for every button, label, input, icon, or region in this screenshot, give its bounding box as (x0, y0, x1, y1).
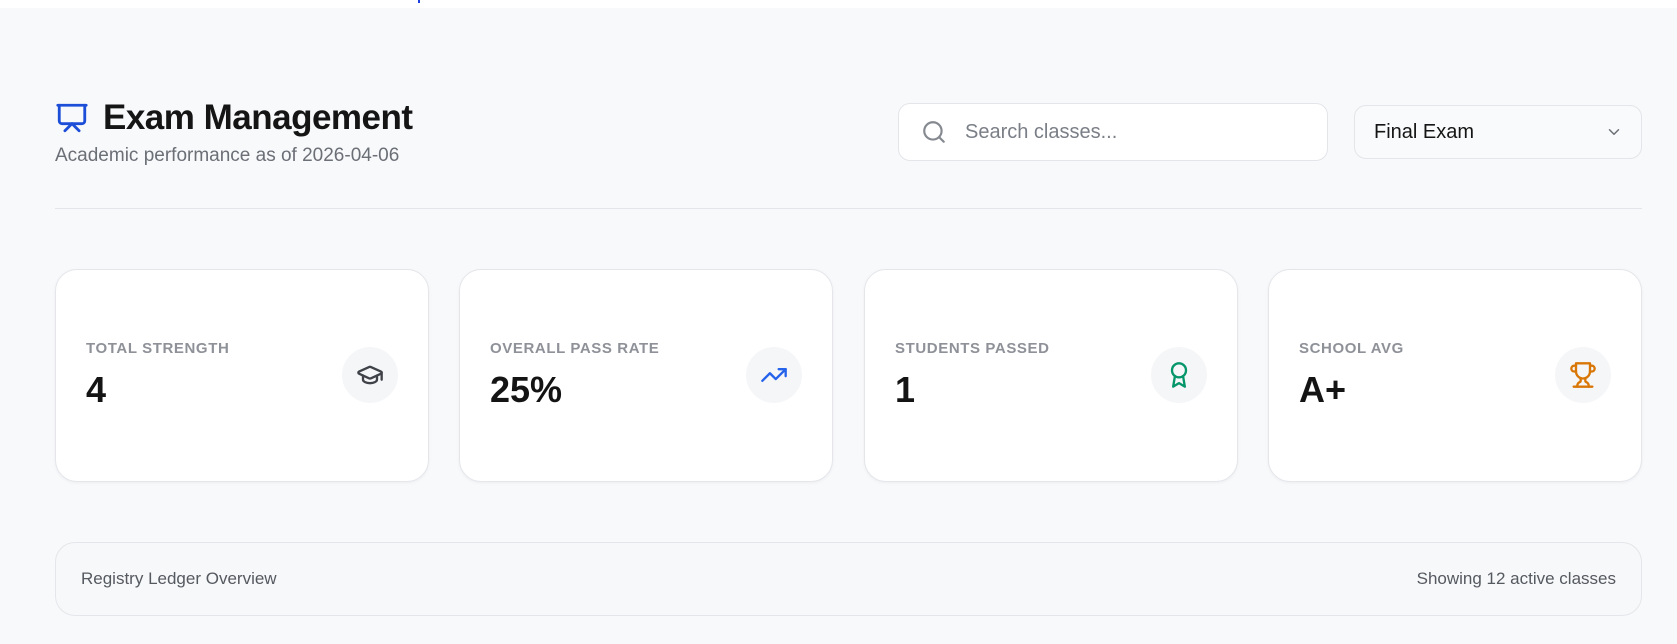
stat-label: SCHOOL AVG (1299, 340, 1404, 357)
stat-card-pass-rate: OVERALL PASS RATE 25% (459, 269, 833, 482)
stat-card-total-strength: TOTAL STRENGTH 4 (55, 269, 429, 482)
stat-label: STUDENTS PASSED (895, 340, 1050, 357)
exam-select[interactable]: Final Exam (1354, 105, 1642, 159)
top-strip-marker (418, 0, 420, 3)
stat-label: TOTAL STRENGTH (86, 340, 230, 357)
page-header: Exam Management Academic performance as … (55, 94, 1642, 210)
presentation-icon (55, 101, 89, 135)
trophy-icon (1555, 347, 1611, 403)
trending-up-icon (746, 347, 802, 403)
chevron-down-icon (1605, 123, 1623, 141)
stats-cards: TOTAL STRENGTH 4 OVERALL PASS RATE 25% S… (55, 269, 1642, 482)
graduation-cap-icon (342, 347, 398, 403)
title-row: Exam Management (55, 98, 413, 138)
top-strip (0, 0, 1677, 8)
stat-value: A+ (1299, 369, 1347, 410)
exam-select-value: Final Exam (1374, 120, 1475, 143)
award-icon (1151, 347, 1207, 403)
ledger-count: Showing 12 active classes (1416, 569, 1616, 588)
stat-card-school-avg: SCHOOL AVG A+ (1268, 269, 1642, 482)
stat-value: 4 (86, 369, 107, 410)
stat-value: 25% (490, 369, 563, 410)
search-field[interactable] (898, 103, 1328, 161)
ledger-title: Registry Ledger Overview (81, 569, 277, 588)
registry-ledger-bar: Registry Ledger Overview Showing 12 acti… (55, 542, 1642, 616)
page-subtitle: Academic performance as of 2026-04-06 (55, 145, 400, 166)
stat-card-students-passed: STUDENTS PASSED 1 (864, 269, 1238, 482)
page-title: Exam Management (103, 98, 413, 137)
stat-value: 1 (895, 369, 916, 410)
search-input[interactable] (963, 119, 1307, 145)
search-icon (921, 119, 947, 145)
header-divider (55, 208, 1642, 209)
stat-label: OVERALL PASS RATE (490, 340, 660, 357)
